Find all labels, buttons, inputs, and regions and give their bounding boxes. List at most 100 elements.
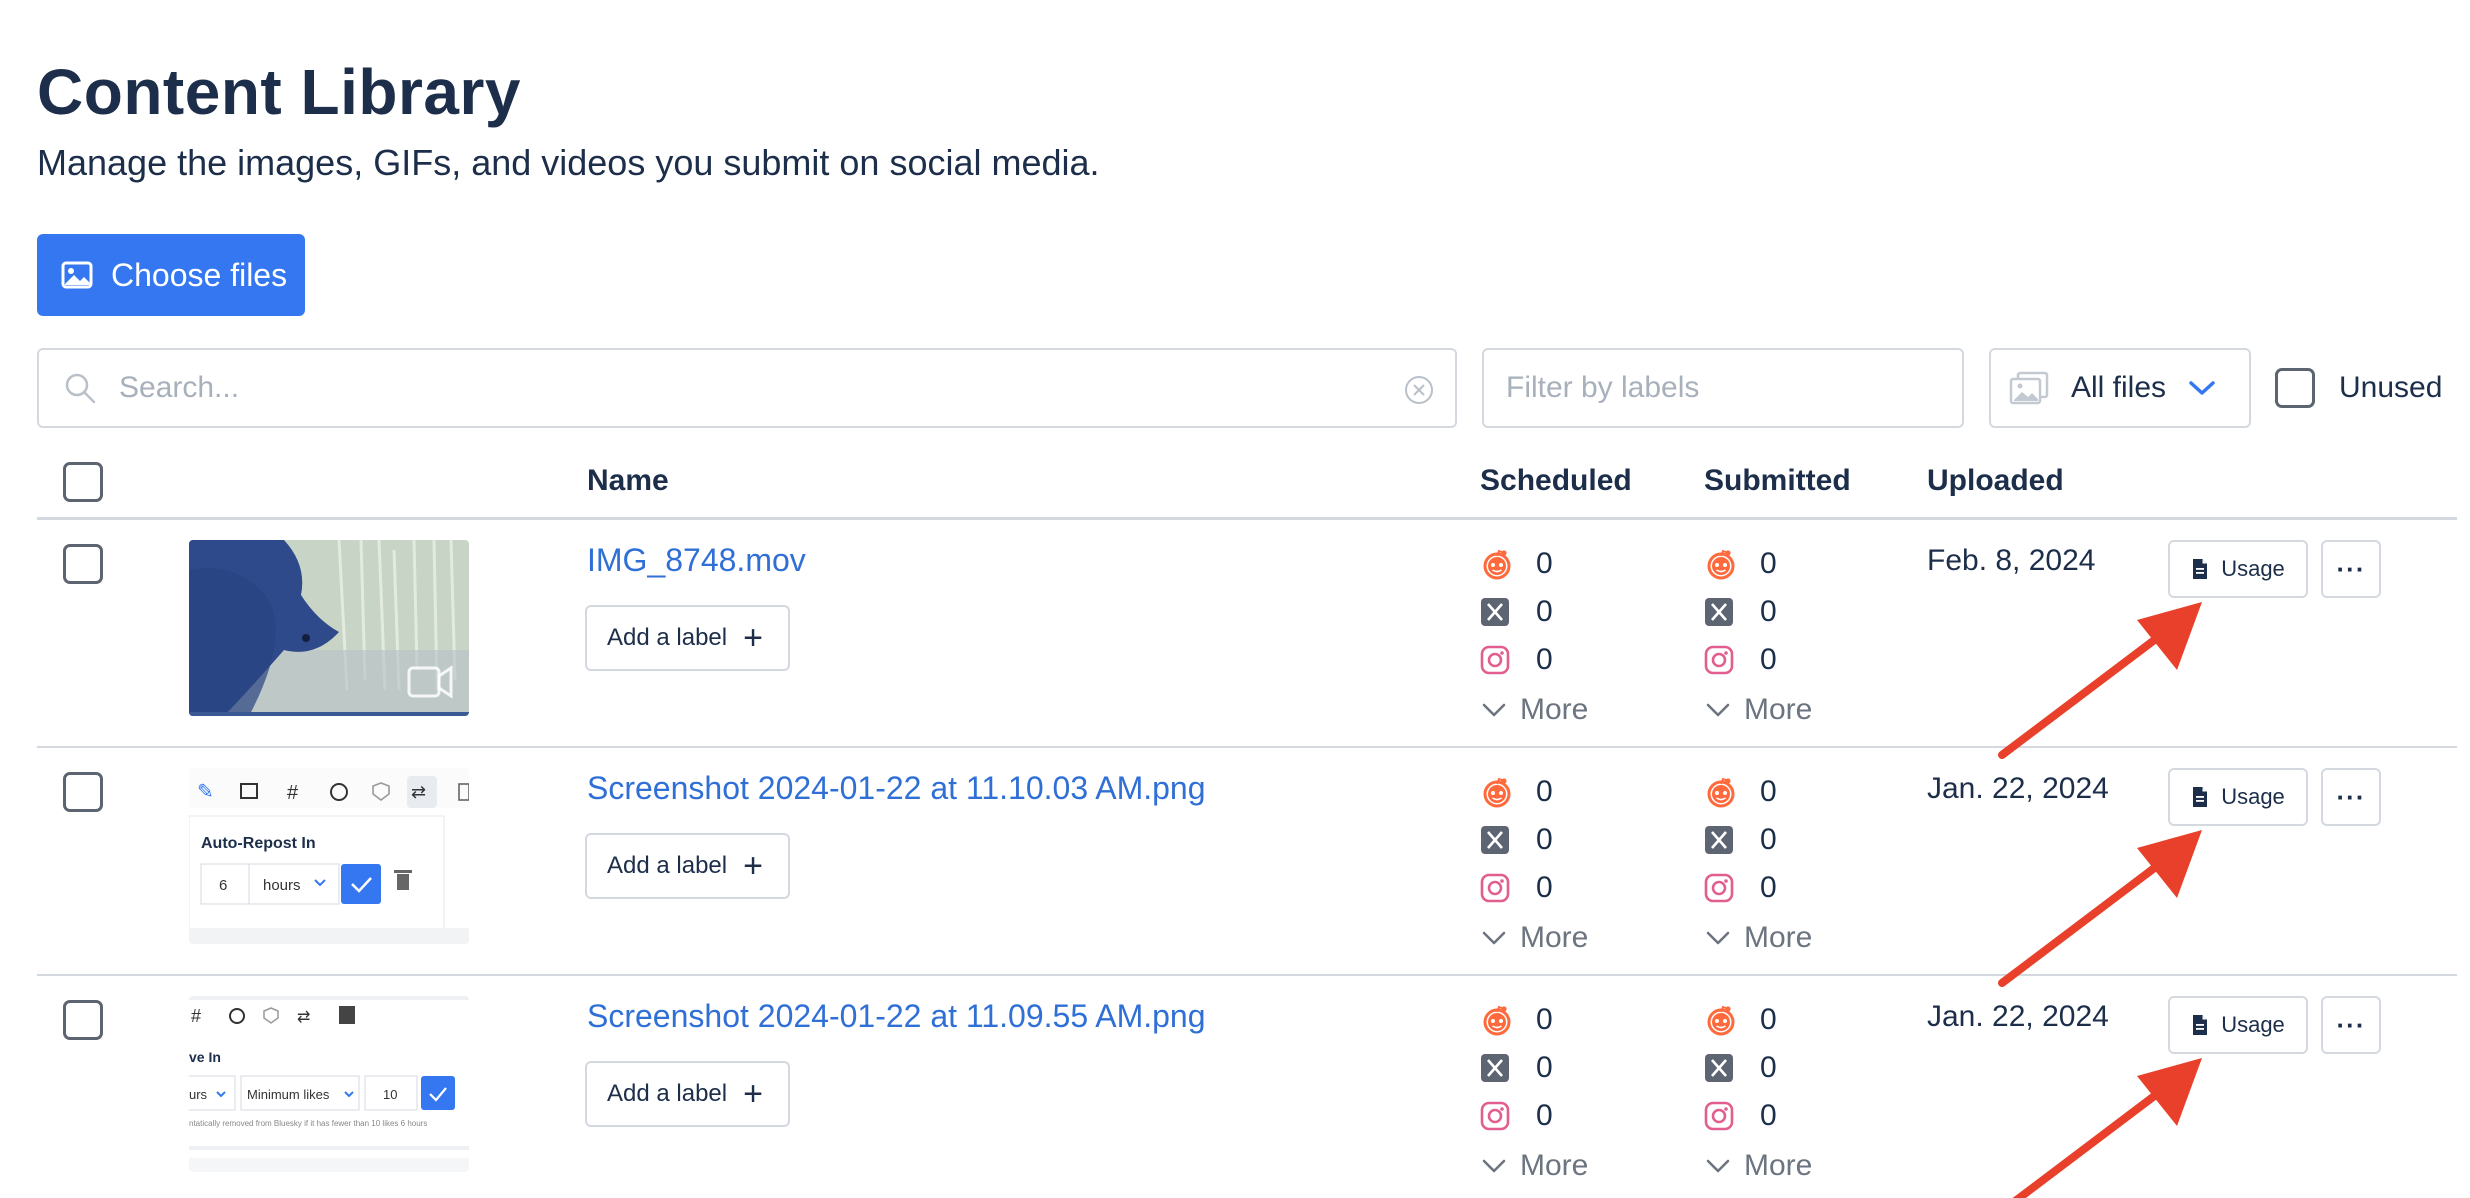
usage-label: Usage	[2221, 1012, 2285, 1037]
reddit-icon	[1704, 548, 1754, 580]
label-filter-input[interactable]	[1506, 371, 1926, 405]
more-actions-button[interactable]: ···	[2321, 996, 2381, 1054]
uploaded-date: Jan. 22, 2024	[1927, 772, 2109, 805]
instagram-icon	[1704, 1101, 1754, 1131]
x-count: 0	[1536, 823, 1553, 856]
uploaded-date: Feb. 8, 2024	[1927, 544, 2096, 577]
x-icon	[1704, 597, 1754, 627]
choose-files-button[interactable]: Choose files	[37, 234, 305, 316]
video-thumbnail[interactable]	[189, 540, 469, 716]
column-submitted[interactable]: Submitted	[1704, 464, 1851, 498]
row-checkbox[interactable]	[63, 544, 103, 584]
plus-icon: +	[743, 1075, 763, 1113]
instagram-count: 0	[1760, 871, 1777, 904]
instagram-stat: 0	[1472, 1092, 1588, 1140]
search-input[interactable]	[119, 371, 1359, 405]
page-subtitle: Manage the images, GIFs, and videos you …	[37, 142, 1100, 183]
svg-text:ntatically removed from Bluesk: ntatically removed from Bluesky if it ha…	[189, 1119, 427, 1128]
x-icon	[1480, 597, 1530, 627]
usage-label: Usage	[2221, 556, 2285, 581]
more-toggle[interactable]: More	[1696, 686, 1812, 734]
search-box	[37, 348, 1457, 428]
chevron-down-icon	[1482, 930, 1506, 946]
instagram-stat: 0	[1472, 864, 1588, 912]
more-toggle[interactable]: More	[1472, 686, 1588, 734]
table-row: # ⇄ ve In urs Minimum likes 10 ntaticall…	[37, 976, 2457, 1198]
more-toggle[interactable]: More	[1472, 914, 1588, 962]
x-count: 0	[1760, 595, 1777, 628]
submitted-stats: 0 0 0 More	[1696, 540, 1812, 734]
add-label-button[interactable]: Add a label +	[585, 833, 790, 899]
x-count: 0	[1536, 595, 1553, 628]
x-icon	[1704, 825, 1754, 855]
file-name-link[interactable]: IMG_8748.mov	[587, 542, 806, 579]
label-filter	[1482, 348, 1964, 428]
scheduled-stats: 0 0 0 More	[1472, 540, 1588, 734]
chevron-down-icon	[1706, 930, 1730, 946]
reddit-icon	[1480, 548, 1530, 580]
svg-text:6: 6	[219, 877, 227, 894]
instagram-stat: 0	[1696, 864, 1812, 912]
arrow-annotation	[2012, 1058, 2202, 1198]
reddit-icon	[1480, 1004, 1530, 1036]
row-checkbox[interactable]	[63, 1000, 103, 1040]
more-label: More	[1520, 693, 1589, 726]
file-type-select[interactable]: All files	[1989, 348, 2251, 428]
reddit-stat: 0	[1696, 768, 1812, 816]
add-label-button[interactable]: Add a label +	[585, 605, 790, 671]
unused-filter[interactable]: Unused	[2275, 368, 2442, 408]
reddit-icon	[1704, 776, 1754, 808]
image-icon	[61, 261, 93, 289]
x-stat: 0	[1472, 588, 1588, 636]
document-icon	[2191, 1014, 2209, 1036]
add-label-text: Add a label	[607, 852, 728, 879]
more-dots-icon: ···	[2336, 781, 2366, 812]
screenshot-thumbnail[interactable]: ✎ # ⇄ Auto-Repost In 6 hours	[189, 768, 469, 944]
row-checkbox[interactable]	[63, 772, 103, 812]
more-toggle[interactable]: More	[1696, 1142, 1812, 1190]
x-stat: 0	[1696, 588, 1812, 636]
svg-text:urs: urs	[189, 1087, 208, 1102]
clear-icon[interactable]	[1403, 374, 1435, 406]
svg-text:hours: hours	[263, 877, 301, 894]
more-label: More	[1520, 921, 1589, 954]
table-header: Name Scheduled Submitted Uploaded	[37, 450, 2457, 520]
file-name-link[interactable]: Screenshot 2024-01-22 at 11.10.03 AM.png	[587, 770, 1206, 807]
file-name-link[interactable]: Screenshot 2024-01-22 at 11.09.55 AM.png	[587, 998, 1206, 1035]
column-uploaded[interactable]: Uploaded	[1927, 464, 2064, 498]
uploaded-date: Jan. 22, 2024	[1927, 1000, 2109, 1033]
more-toggle[interactable]: More	[1696, 914, 1812, 962]
instagram-count: 0	[1536, 1099, 1553, 1132]
reddit-stat: 0	[1472, 768, 1588, 816]
reddit-stat: 0	[1696, 540, 1812, 588]
column-scheduled[interactable]: Scheduled	[1480, 464, 1632, 498]
instagram-stat: 0	[1696, 636, 1812, 684]
more-label: More	[1744, 1149, 1813, 1182]
unused-checkbox[interactable]	[2275, 368, 2315, 408]
select-all-checkbox[interactable]	[63, 462, 103, 502]
chevron-down-icon	[1482, 1158, 1506, 1174]
x-icon	[1704, 1053, 1754, 1083]
more-actions-button[interactable]: ···	[2321, 768, 2381, 826]
reddit-count: 0	[1536, 547, 1553, 580]
x-icon	[1480, 825, 1530, 855]
chevron-down-icon	[1482, 702, 1506, 718]
svg-text:⇄: ⇄	[297, 1009, 310, 1026]
chevron-down-icon	[1706, 702, 1730, 718]
more-label: More	[1744, 693, 1813, 726]
more-toggle[interactable]: More	[1472, 1142, 1588, 1190]
table-row: IMG_8748.mov Add a label + 0 0 0 More 0 …	[37, 520, 2457, 759]
instagram-count: 0	[1536, 871, 1553, 904]
screenshot-thumbnail[interactable]: # ⇄ ve In urs Minimum likes 10 ntaticall…	[189, 996, 469, 1172]
svg-text:#: #	[191, 1006, 201, 1026]
add-label-button[interactable]: Add a label +	[585, 1061, 790, 1127]
more-label: More	[1520, 1149, 1589, 1182]
more-actions-button[interactable]: ···	[2321, 540, 2381, 598]
gallery-icon	[2009, 371, 2049, 405]
more-dots-icon: ···	[2336, 1009, 2366, 1040]
instagram-count: 0	[1760, 1099, 1777, 1132]
column-name[interactable]: Name	[587, 464, 669, 498]
reddit-icon	[1480, 776, 1530, 808]
add-label-text: Add a label	[607, 624, 728, 651]
x-stat: 0	[1472, 816, 1588, 864]
